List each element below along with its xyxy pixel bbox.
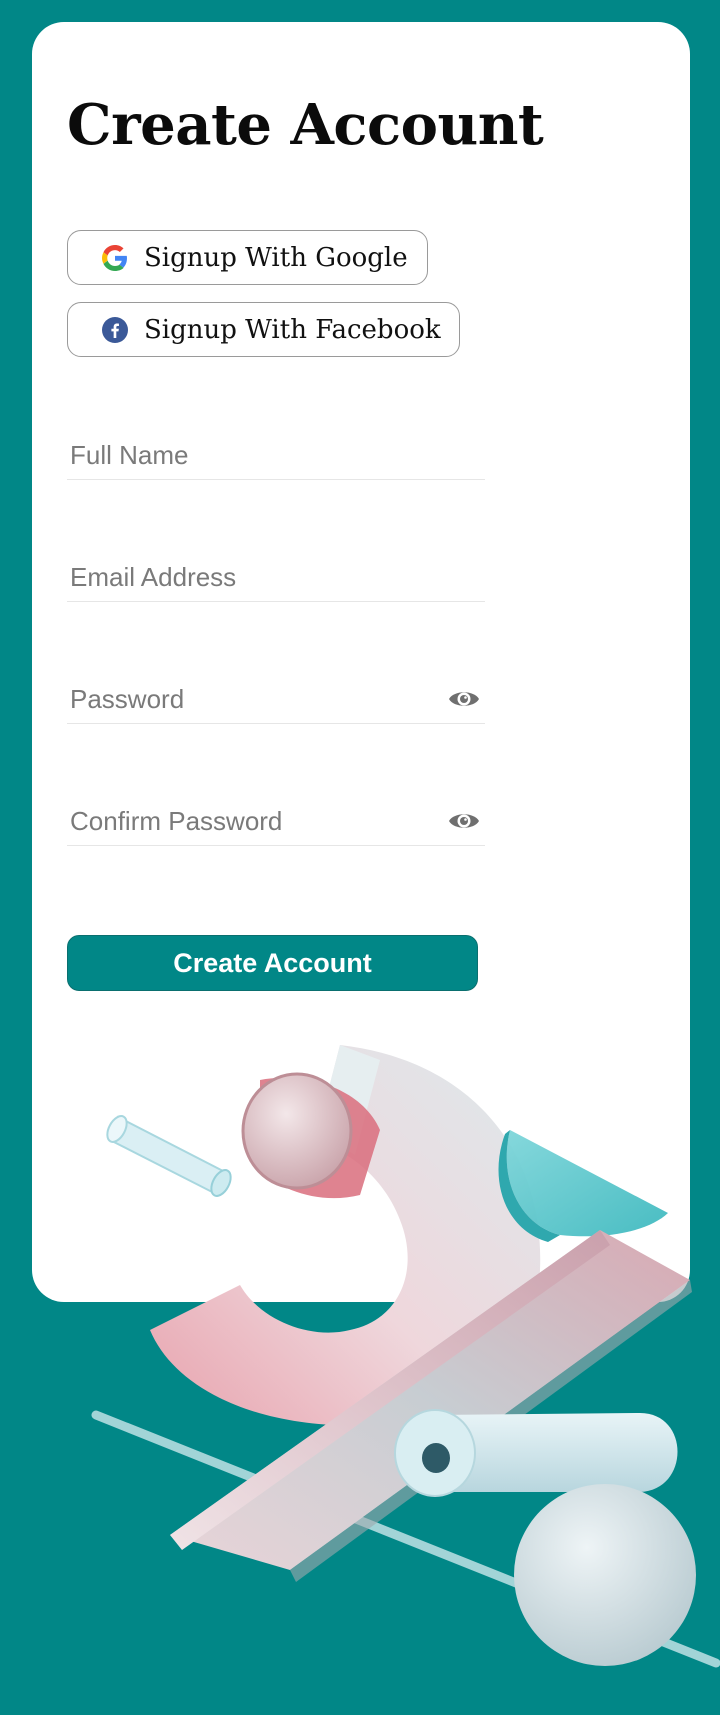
google-icon [102,244,128,271]
decorative-3d-shapes-illustration [91,1045,720,1668]
page-title: Create Account [67,92,544,158]
create-account-button[interactable]: Create Account [67,935,478,991]
email-field [67,556,485,602]
signup-facebook-button[interactable]: Signup With Facebook [67,302,460,357]
email-input[interactable] [70,556,450,598]
signup-google-button[interactable]: Signup With Google [67,230,428,285]
full-name-field [67,434,485,480]
facebook-icon [102,316,128,343]
eye-icon[interactable] [447,686,481,712]
confirm-password-field [67,800,485,846]
signup-google-label: Signup With Google [144,242,408,273]
password-input[interactable] [70,678,450,720]
confirm-password-input[interactable] [70,800,450,842]
eye-icon[interactable] [447,808,481,834]
signup-facebook-label: Signup With Facebook [144,314,441,345]
full-name-input[interactable] [70,434,450,476]
password-field [67,678,485,724]
